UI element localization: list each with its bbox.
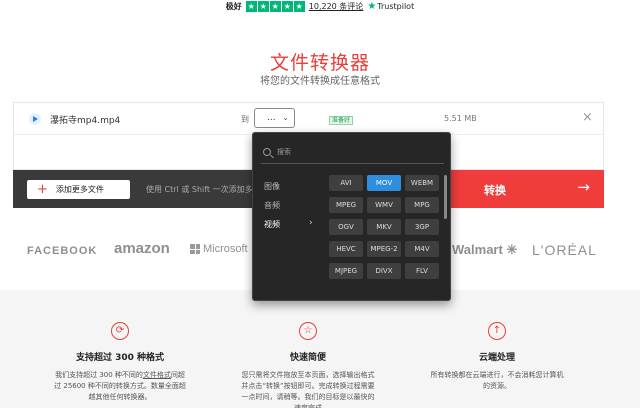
file-size: 5.51 MB bbox=[444, 114, 477, 123]
walmart-logo-text: Walmart bbox=[452, 242, 503, 257]
feature-cloud: ↑ 云端处理 所有转换都在云端进行，不会消耗您计算机的资源。 bbox=[422, 322, 572, 392]
format-option-avi[interactable]: AVI bbox=[329, 175, 363, 191]
to-label: 到 bbox=[241, 115, 249, 124]
trustpilot-star-icon: ★ bbox=[367, 0, 377, 12]
arrow-right-icon: → bbox=[577, 178, 590, 196]
feature-title: 云端处理 bbox=[478, 353, 515, 363]
feature-fast: ☆ 快速简便 您只需将文件拖放至本页面，选择输出格式并点击“转换”按钮即可。完成… bbox=[233, 322, 383, 408]
feature-description: 我们支持超过 300 种不同的文件格式间超过 25600 种不同的转换方式。数量… bbox=[45, 370, 195, 403]
close-icon[interactable]: × bbox=[582, 110, 593, 125]
format-option-mpeg-2[interactable]: MPEG-2 bbox=[367, 241, 401, 257]
feature-title: 支持超过 300 种格式 bbox=[75, 353, 165, 363]
trustpilot-logo[interactable]: ★ Trustpilot bbox=[367, 1, 414, 12]
convert-button[interactable]: 转换 → bbox=[450, 170, 604, 208]
refresh-icon: ⟳ bbox=[111, 322, 129, 340]
trustpilot-brand: Trustpilot bbox=[377, 1, 415, 11]
cloud-upload-icon: ↑ bbox=[488, 322, 506, 340]
format-grid: AVI MOV WEBM MPEG WMV MPG OGV MKV 3GP HEVC MPEG-2 M… bbox=[329, 175, 441, 279]
star-icon: ★ bbox=[257, 0, 269, 12]
facebook-logo: FACEBOOK bbox=[27, 245, 98, 257]
convert-label: 转换 bbox=[484, 184, 506, 197]
format-option-divx[interactable]: DIVX bbox=[367, 263, 401, 279]
chevron-down-icon: ⌄ bbox=[282, 113, 289, 122]
format-option-mpeg[interactable]: MPEG bbox=[329, 197, 363, 213]
format-option-wmv[interactable]: WMV bbox=[367, 197, 401, 213]
star-icon: ★ bbox=[269, 0, 281, 12]
rating-label: 极好 bbox=[225, 1, 242, 11]
microsoft-grid-icon bbox=[190, 244, 200, 254]
format-option-m4v[interactable]: M4V bbox=[405, 241, 439, 257]
trustpilot-strip: 极好 ★ ★ ★ ★ ★ 10,220 条评论 ★ Trustpilot bbox=[0, 0, 640, 12]
format-option-mov[interactable]: MOV bbox=[367, 175, 401, 191]
multi-select-hint: 使用 Ctrl 或 Shift 一次添加多个文 bbox=[146, 185, 269, 194]
features-section: ⟳ 支持超过 300 种格式 我们支持超过 300 种不同的文件格式间超过 25… bbox=[0, 290, 640, 408]
review-count-link[interactable]: 10,220 条评论 bbox=[309, 1, 364, 12]
amazon-logo: amazon bbox=[114, 240, 170, 257]
add-more-files-button[interactable]: + 添加更多文件 bbox=[27, 180, 130, 199]
format-option-webm[interactable]: WEBM bbox=[405, 175, 439, 191]
feature-desc-text: 我们支持超过 300 种不同的 bbox=[55, 371, 143, 379]
page-title: 文件转换器 bbox=[269, 52, 370, 74]
page-subtitle: 将您的文件转换成任意格式 bbox=[260, 76, 380, 87]
feature-title: 快速简便 bbox=[289, 353, 326, 363]
star-outline-icon: ☆ bbox=[299, 322, 317, 340]
file-formats-link[interactable]: 文件格式 bbox=[143, 371, 171, 379]
video-file-icon bbox=[29, 113, 41, 125]
rating-stars: ★ ★ ★ ★ ★ bbox=[245, 0, 305, 12]
scrollbar[interactable] bbox=[444, 175, 447, 219]
category-image[interactable]: 图像 bbox=[264, 181, 280, 192]
file-row: 瀑拓寺mp4.mp4 到 ... ⌄ 准备好 5.51 MB × bbox=[13, 102, 604, 134]
add-more-files-label: 添加更多文件 bbox=[55, 185, 104, 194]
star-icon: ★ bbox=[281, 0, 293, 12]
feature-formats: ⟳ 支持超过 300 种格式 我们支持超过 300 种不同的文件格式间超过 25… bbox=[45, 322, 195, 403]
star-icon: ★ bbox=[245, 0, 257, 12]
format-option-mkv[interactable]: MKV bbox=[367, 219, 401, 235]
format-option-mjpeg[interactable]: MJPEG bbox=[329, 263, 363, 279]
format-option-mpg[interactable]: MPG bbox=[405, 197, 439, 213]
category-audio[interactable]: 音频 bbox=[264, 200, 280, 211]
walmart-logo: Walmart ✳ bbox=[452, 242, 517, 258]
divider bbox=[261, 163, 444, 164]
output-format-select[interactable]: ... ⌄ bbox=[254, 108, 295, 128]
status-badge: 准备好 bbox=[329, 116, 354, 125]
microsoft-logo-text: Microsoft bbox=[203, 243, 248, 255]
microsoft-logo: Microsoft bbox=[190, 243, 248, 255]
search-icon bbox=[263, 148, 271, 156]
walmart-spark-icon: ✳ bbox=[502, 242, 518, 257]
format-option-ogv[interactable]: OGV bbox=[329, 219, 363, 235]
chevron-right-icon: › bbox=[309, 218, 313, 228]
feature-description: 所有转换都在云端进行，不会消耗您计算机的资源。 bbox=[430, 371, 564, 390]
category-video[interactable]: 视频 bbox=[264, 219, 280, 230]
feature-description: 您只需将文件拖放至本页面，选择输出格式并点击“转换”按钮即可。完成转换过程需要一… bbox=[241, 371, 375, 408]
format-dropdown: 图像 音频 视频 › AVIMOVWEBM MPEGWMVMPG OGVMKV3GP… bbox=[252, 132, 451, 301]
loreal-logo: L'ORÉAL bbox=[532, 242, 597, 258]
format-search-input[interactable] bbox=[277, 145, 437, 159]
file-name: 瀑拓寺mp4.mp4 bbox=[50, 116, 121, 126]
selected-format-value: ... bbox=[267, 113, 276, 123]
format-option-3gp[interactable]: 3GP bbox=[405, 219, 439, 235]
format-option-flv[interactable]: FLV bbox=[405, 263, 439, 279]
plus-icon: + bbox=[37, 182, 48, 197]
star-icon: ★ bbox=[293, 0, 305, 12]
format-option-hevc[interactable]: HEVC bbox=[329, 241, 363, 257]
